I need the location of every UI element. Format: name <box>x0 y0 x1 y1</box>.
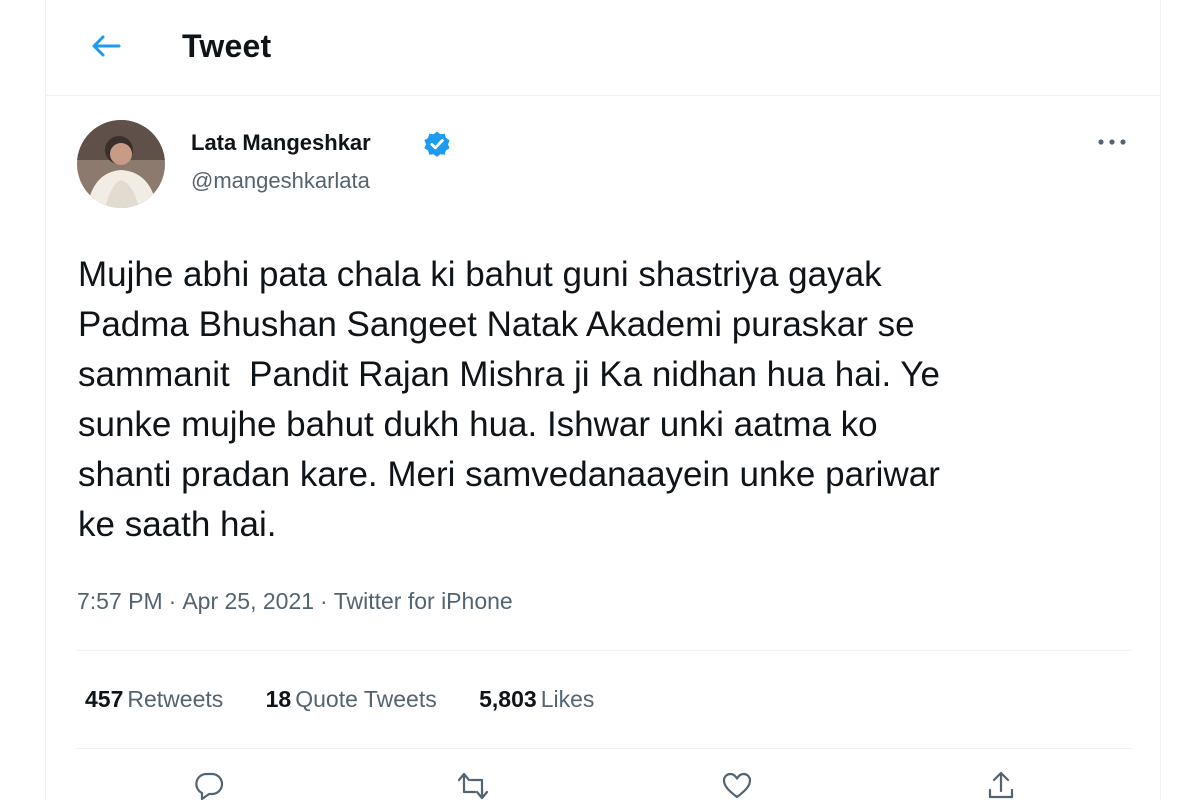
reply-button[interactable] <box>189 770 229 810</box>
reply-icon <box>195 772 224 801</box>
retweet-icon <box>457 772 489 800</box>
retweets-stat[interactable]: 457 Retweets <box>85 686 223 713</box>
like-button[interactable] <box>717 770 757 810</box>
quote-tweets-label: Quote Tweets <box>295 686 437 712</box>
like-icon <box>722 772 752 799</box>
avatar-image <box>77 120 165 208</box>
tweet-time[interactable]: 7:57 PM <box>77 588 163 614</box>
author-name[interactable]: Lata Mangeshkar <box>191 130 371 156</box>
likes-stat[interactable]: 5,803 Likes <box>479 686 594 713</box>
likes-count: 5,803 <box>479 686 537 712</box>
likes-label: Likes <box>540 686 595 712</box>
retweet-button[interactable] <box>453 770 493 810</box>
engagement-stats: 457 Retweets 18 Quote Tweets 5,803 Likes <box>85 686 630 713</box>
quote-tweets-count: 18 <box>265 686 292 712</box>
share-button[interactable] <box>981 770 1021 810</box>
divider <box>77 650 1132 651</box>
tweet-date[interactable]: Apr 25, 2021 <box>182 588 314 614</box>
arrow-left-icon <box>92 35 121 57</box>
tweet-text: Mujhe abhi pata chala ki bahut guni shas… <box>78 255 940 544</box>
author-handle[interactable]: @mangeshkarlata <box>191 168 370 194</box>
top-bar: Tweet <box>46 0 1160 96</box>
quote-tweets-stat[interactable]: 18 Quote Tweets <box>266 686 437 713</box>
share-icon <box>988 771 1014 799</box>
tweet-meta: 7:57 PM · Apr 25, 2021 · Twitter for iPhone <box>77 588 513 615</box>
meta-separator: · <box>168 588 177 614</box>
more-options-button[interactable] <box>1094 128 1130 156</box>
page-title: Tweet <box>182 28 272 64</box>
more-horizontal-icon <box>1098 139 1126 145</box>
meta-separator: · <box>320 588 328 614</box>
action-bar <box>46 770 1160 801</box>
tweet-page: Tweet Lata Mangeshkar @mangeshkarlata Mu… <box>45 0 1161 801</box>
verified-badge-icon <box>423 130 451 158</box>
divider <box>77 748 1132 749</box>
avatar[interactable] <box>77 120 165 208</box>
retweets-label: Retweets <box>127 686 224 712</box>
back-button[interactable] <box>86 26 126 66</box>
retweets-count: 457 <box>85 686 124 712</box>
tweet-source[interactable]: Twitter for iPhone <box>334 588 513 614</box>
